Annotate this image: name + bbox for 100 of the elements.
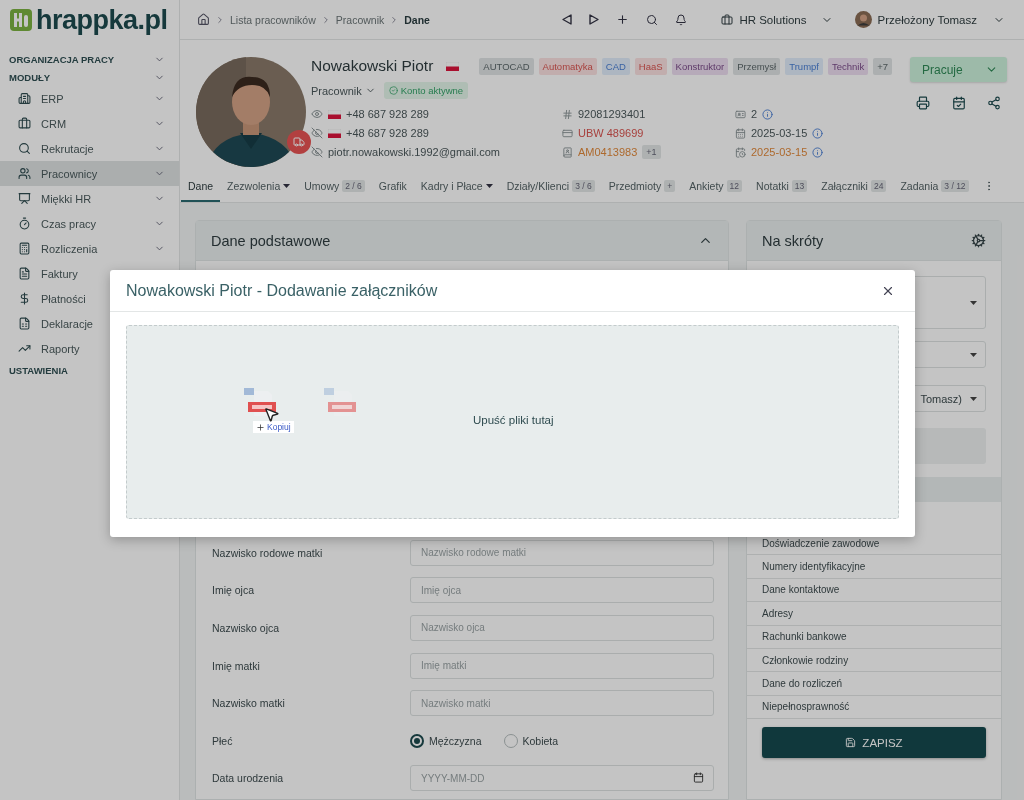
sidebar-item[interactable]: Czas pracy xyxy=(0,211,179,236)
sidebar-item[interactable]: CRM xyxy=(0,111,179,136)
eye-off-icon[interactable] xyxy=(311,127,323,139)
tag: +7 xyxy=(873,57,893,75)
user-menu[interactable]: Przełożony Tomasz xyxy=(854,11,1005,28)
add-icon[interactable] xyxy=(616,13,630,26)
id-icon xyxy=(562,108,573,120)
breadcrumb-link[interactable]: Dane xyxy=(404,13,430,26)
calendar-icon[interactable] xyxy=(693,772,704,784)
field-label: Nazwisko matki xyxy=(212,697,286,710)
sidebar-section[interactable]: ORGANIZACJA PRACY xyxy=(0,50,179,68)
count-badge: +1 xyxy=(642,145,661,159)
role-dropdown[interactable]: Pracownik xyxy=(311,84,376,97)
flag-icon xyxy=(446,61,460,71)
info-icon[interactable] xyxy=(762,108,774,120)
count-badge: 3 / 12 xyxy=(941,180,969,192)
count-badge: 12 xyxy=(726,180,743,192)
sidebar-item[interactable]: Miękki HR xyxy=(0,186,179,211)
spreadsheet-icon xyxy=(18,317,31,330)
breadcrumb-link[interactable]: Pracownik xyxy=(335,13,385,26)
status-dropdown[interactable]: Pracuje xyxy=(910,57,1007,82)
presentation-icon xyxy=(18,192,31,205)
users-icon xyxy=(18,167,31,180)
tab[interactable]: Umowy 2 / 6 xyxy=(297,172,372,202)
tab[interactable]: Załączniki 24 xyxy=(814,172,894,202)
tag: Konstruktor xyxy=(671,57,729,75)
radio-button[interactable] xyxy=(410,733,424,748)
breadcrumb-link[interactable]: Lista pracowników xyxy=(230,13,316,26)
tag: Technik xyxy=(827,57,869,75)
document-icon xyxy=(18,267,31,280)
detail-value: 2025-03-15 xyxy=(751,146,808,158)
plus-icon xyxy=(256,422,265,432)
input-field[interactable]: Imię ojca xyxy=(410,577,714,604)
tab[interactable]: Grafik xyxy=(371,172,414,202)
eye-off-icon[interactable] xyxy=(311,146,323,158)
briefcase-icon xyxy=(721,13,734,26)
bell-icon[interactable] xyxy=(675,13,688,26)
input-field[interactable]: Imię matki xyxy=(410,652,714,679)
radio-option[interactable]: Mężczyzna xyxy=(410,733,482,748)
info-icon[interactable] xyxy=(812,127,824,139)
card-icon xyxy=(562,127,573,139)
briefcase-icon xyxy=(18,117,31,130)
sidebar-item[interactable]: Rozliczenia xyxy=(0,236,179,261)
input-field[interactable]: Nazwisko rodowe matki xyxy=(410,539,714,566)
avatar-icon xyxy=(854,11,872,28)
tab[interactable]: Kadry i Płace xyxy=(413,172,500,202)
sidebar-item[interactable]: Rekrutacje xyxy=(0,136,179,161)
phone-text: +48 687 928 289 xyxy=(346,108,429,120)
radio-option[interactable]: Kobieta xyxy=(503,733,559,748)
info-icon[interactable] xyxy=(812,146,824,158)
chart-icon xyxy=(18,342,31,355)
field-label: Nazwisko rodowe matki xyxy=(212,546,324,559)
field-label: Data urodzenia xyxy=(212,772,285,785)
field-label: Imię matki xyxy=(212,659,261,672)
employee-name: Nowakowski Piotr xyxy=(311,57,434,75)
chevron-icon xyxy=(215,14,225,25)
document-number: UBW 489699 xyxy=(578,127,644,139)
sidebar-item[interactable]: ERP xyxy=(0,86,179,111)
previous-icon[interactable] xyxy=(562,14,573,25)
home-icon[interactable] xyxy=(197,13,210,26)
count-badge: 13 xyxy=(791,180,808,192)
date-field[interactable]: YYYY-MM-DD xyxy=(410,765,714,792)
caret-icon xyxy=(970,300,977,305)
document-number: 92081293401 xyxy=(578,108,646,120)
printer-icon[interactable] xyxy=(916,96,930,110)
input-field[interactable]: Nazwisko matki xyxy=(410,690,714,717)
tag: Trumpf xyxy=(785,57,823,75)
flag-icon xyxy=(328,128,341,138)
tab[interactable]: Przedmioty + xyxy=(601,172,683,202)
calendar-clock-icon xyxy=(735,146,746,158)
drop-zone[interactable]: Kopiuj Upuść pliki tutaj xyxy=(126,325,899,519)
input-field[interactable]: Nazwisko ojca xyxy=(410,615,714,641)
field-label: Imię ojca xyxy=(212,584,255,597)
share-icon[interactable] xyxy=(987,96,1001,110)
tab[interactable]: Dane xyxy=(181,172,221,202)
logo-icon xyxy=(10,9,32,31)
tab[interactable]: Działy/Klienci 3 / 6 xyxy=(499,172,602,202)
tab[interactable]: Zadania 3 / 12 xyxy=(893,172,976,202)
company-selector[interactable]: HR Solutions xyxy=(721,13,833,26)
tab[interactable]: Ankiety 12 xyxy=(682,172,750,202)
save-icon xyxy=(845,737,857,749)
calendar-check-icon[interactable] xyxy=(951,96,966,110)
caret-icon xyxy=(970,396,977,401)
tag: HaaS xyxy=(634,57,667,75)
tab[interactable]: Notatki 13 xyxy=(749,172,815,202)
card-title: Na skróty xyxy=(762,232,824,249)
dialog-title: Nowakowski Piotr - Dodawanie załączników xyxy=(126,281,438,300)
email-text: piotr.nowakowski.1992@gmail.com xyxy=(328,146,500,158)
document-number: AM0413983 xyxy=(578,146,638,158)
search-icon[interactable] xyxy=(646,13,659,26)
sidebar-section[interactable]: MODUŁY xyxy=(0,68,179,86)
tag: Automatyka xyxy=(538,57,597,75)
tab[interactable]: Zezwolenia xyxy=(220,172,298,202)
field-label: Płeć xyxy=(212,734,234,747)
save-button[interactable]: ZAPISZ xyxy=(762,727,986,759)
caret-icon xyxy=(970,352,977,357)
sidebar-item[interactable]: Pracownicy xyxy=(0,161,179,186)
count-badge: 3 / 6 xyxy=(572,180,595,192)
count-badge: 2 / 6 xyxy=(342,180,365,192)
next-icon[interactable] xyxy=(589,14,600,25)
